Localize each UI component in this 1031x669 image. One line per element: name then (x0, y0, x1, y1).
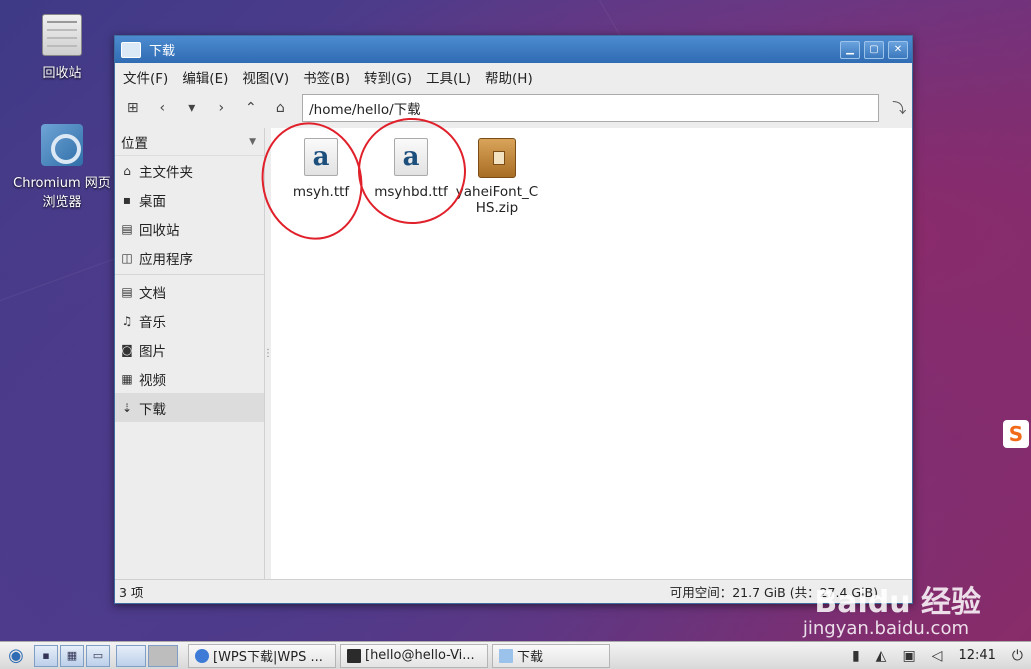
task-downloads[interactable]: 下载 (492, 643, 610, 668)
desktop-icon: ▪ (122, 192, 132, 207)
chevron-down-icon: ▼ (249, 136, 256, 147)
toolbar: ⊞ ‹ ▾ › ⌃ ⌂ ⤵ (115, 91, 912, 125)
workspace-2-icon[interactable] (148, 644, 178, 667)
chromium-icon (195, 648, 209, 663)
file-item[interactable]: yaheiFont_CHS.zip (455, 138, 539, 216)
battery-icon[interactable]: ▮ (852, 648, 860, 664)
show-desktop-icon[interactable]: ▪ (34, 644, 58, 667)
home-icon: ⌂ (123, 163, 131, 178)
chromium-icon (41, 124, 83, 166)
system-tray: ▮ ◭ ▣ ◁ 12:41 ⏻ (852, 648, 1031, 664)
sidebar-item-pictures[interactable]: ◙ 图片 (115, 335, 264, 364)
file-manager-launcher-icon[interactable]: ▦ (60, 644, 84, 667)
document-icon: ▤ (121, 284, 133, 299)
sidebar-item-music[interactable]: ♫ 音乐 (115, 306, 264, 335)
history-dropdown-icon[interactable]: ▾ (180, 96, 204, 120)
terminal-icon (347, 648, 361, 663)
go-icon[interactable]: ⤵ (887, 94, 912, 122)
taskbar: ◉ ▪ ▦ ▭ [WPS下载|WPS ... [hello@hello-Vi..… (0, 641, 1031, 669)
item-count: 3 项 (119, 585, 144, 600)
task-label: 下载 (517, 650, 544, 665)
power-icon[interactable]: ⏻ (1012, 648, 1023, 664)
sidebar-item-label: 图片 (139, 343, 166, 360)
sidebar-item-documents[interactable]: ▤ 文档 (115, 277, 264, 306)
menu-bookmarks[interactable]: 书签(B) (303, 67, 350, 87)
sidebar-item-label: 回收站 (139, 222, 180, 239)
menu-go[interactable]: 转到(G) (364, 67, 412, 87)
up-icon[interactable]: ⌃ (239, 96, 263, 120)
sidebar-item-home[interactable]: ⌂ 主文件夹 (115, 156, 264, 185)
start-menu-icon[interactable]: ◉ (0, 643, 32, 669)
workspace-icon[interactable]: ▭ (86, 644, 110, 667)
menu-bar: 文件(F) 编辑(E) 视图(V) 书签(B) 转到(G) 工具(L) 帮助(H… (115, 63, 912, 91)
sidebar-item-downloads[interactable]: ⇣ 下载 (115, 393, 264, 422)
desktop-icon-label: Chromium 网页浏览器 (13, 176, 111, 210)
task-wps[interactable]: [WPS下载|WPS ... (188, 643, 336, 668)
side-pane-title: 位置 (121, 135, 148, 152)
volume-icon[interactable]: ◁ (932, 648, 943, 664)
trash-icon: ▤ (121, 221, 133, 236)
sidebar-item-videos[interactable]: ▦ 视频 (115, 364, 264, 393)
film-icon: ▦ (121, 371, 133, 386)
menu-view[interactable]: 视图(V) (242, 67, 289, 87)
file-manager-window: 下载 ▁ ▢ ✕ 文件(F) 编辑(E) 视图(V) 书签(B) 转到(G) 工… (114, 35, 913, 604)
new-tab-icon[interactable]: ⊞ (121, 96, 145, 120)
task-label: [hello@hello-Vi... (365, 648, 475, 663)
sidebar-item-label: 视频 (139, 372, 166, 389)
task-label: [WPS下载|WPS ... (213, 650, 323, 665)
side-pane-selector[interactable]: 位置 ▼ (115, 128, 264, 156)
workspace-1-icon[interactable] (116, 644, 146, 667)
penguin-icon[interactable]: ◭ (876, 648, 887, 664)
applications-icon: ◫ (121, 250, 133, 265)
watermark-brand: Baidu 经验 (814, 585, 981, 620)
menu-tools[interactable]: 工具(L) (426, 67, 471, 87)
forward-icon[interactable]: › (210, 96, 234, 120)
menu-file[interactable]: 文件(F) (123, 67, 168, 87)
watermark-url: jingyan.baidu.com (802, 618, 969, 639)
network-icon[interactable]: ▣ (902, 648, 915, 664)
sidebar-item-label: 下载 (139, 401, 166, 418)
desktop-icon-trash[interactable]: 回收站 (12, 14, 112, 81)
download-icon: ⇣ (121, 400, 133, 415)
sidebar-item-label: 音乐 (139, 314, 166, 331)
input-method-icon[interactable]: S (1003, 420, 1029, 448)
trash-icon (42, 14, 82, 56)
camera-icon: ◙ (121, 342, 133, 357)
back-icon[interactable]: ‹ (151, 96, 175, 120)
sidebar-item-applications[interactable]: ◫ 应用程序 (115, 243, 264, 272)
sidebar-item-label: 主文件夹 (139, 164, 193, 181)
sidebar-item-label: 应用程序 (139, 251, 193, 268)
sidebar-item-trash[interactable]: ▤ 回收站 (115, 214, 264, 243)
window-title: 下载 (149, 44, 176, 59)
path-input[interactable] (302, 94, 879, 122)
clock[interactable]: 12:41 (958, 648, 995, 663)
maximize-button[interactable]: ▢ (864, 40, 884, 59)
file-name: yaheiFont_CHS.zip (455, 184, 539, 216)
desktop-icon-label: 回收站 (42, 66, 82, 81)
status-bar: 3 项 可用空间：21.7 GiB (共：27.4 GiB) (115, 579, 912, 603)
task-terminal[interactable]: [hello@hello-Vi... (340, 643, 488, 668)
sidebar-item-desktop[interactable]: ▪ 桌面 (115, 185, 264, 214)
menu-edit[interactable]: 编辑(E) (182, 67, 228, 87)
music-icon: ♫ (121, 313, 133, 328)
side-pane: 位置 ▼ ⌂ 主文件夹 ▪ 桌面 ▤ 回收站 ◫ 应用程序 ▤ 文档 ♫ 音乐 ◙ 图片 ▦ 视… (115, 128, 265, 579)
close-button[interactable]: ✕ (888, 40, 908, 59)
sidebar-item-label: 桌面 (139, 193, 166, 210)
home-icon[interactable]: ⌂ (269, 96, 293, 120)
menu-help[interactable]: 帮助(H) (485, 67, 533, 87)
window-titlebar[interactable]: 下载 ▁ ▢ ✕ (115, 36, 912, 63)
main-content: 位置 ▼ ⌂ 主文件夹 ▪ 桌面 ▤ 回收站 ◫ 应用程序 ▤ 文档 ♫ 音乐 ◙ 图片 ▦ 视… (115, 128, 912, 579)
sidebar-item-label: 文档 (139, 285, 166, 302)
folder-icon (499, 648, 513, 663)
desktop-icon-chromium[interactable]: Chromium 网页浏览器 (12, 124, 112, 210)
minimize-button[interactable]: ▁ (840, 40, 860, 59)
archive-icon (478, 138, 516, 178)
folder-icon (121, 41, 141, 58)
